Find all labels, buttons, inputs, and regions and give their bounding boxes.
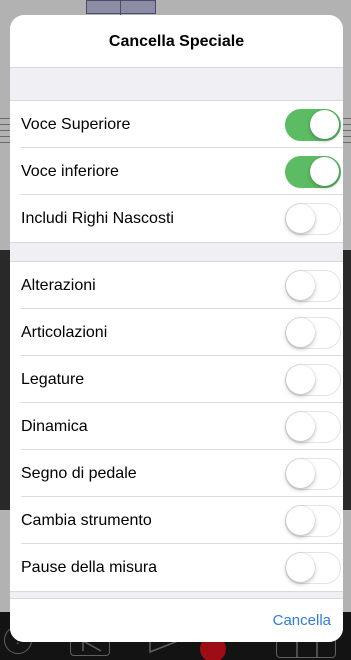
toggle-knob	[286, 459, 315, 488]
toggle-slurs[interactable]	[285, 364, 341, 396]
option-row-measure-rests[interactable]: Pause della misura	[10, 544, 343, 591]
toggle-upper-voice[interactable]	[285, 109, 341, 141]
toggle-knob	[286, 204, 315, 233]
option-row-articulations[interactable]: Articolazioni	[10, 309, 343, 356]
option-label: Pause della misura	[21, 559, 158, 576]
option-label: Articolazioni	[21, 324, 108, 341]
toggle-pedal-marks[interactable]	[285, 458, 341, 490]
option-label: Voce Superiore	[21, 116, 131, 133]
section-spacer	[10, 242, 343, 262]
option-label: Voce inferiore	[21, 163, 119, 180]
option-label: Includi Righi Nascosti	[21, 210, 174, 227]
toggle-knob	[286, 506, 315, 535]
dialog-footer: Cancella	[10, 598, 343, 642]
option-row-slurs[interactable]: Legature	[10, 356, 343, 403]
dialog-title: Cancella Speciale	[10, 15, 343, 68]
option-row-hidden-staves[interactable]: Includi Righi Nascosti	[10, 195, 343, 242]
toggle-measure-rests[interactable]	[285, 552, 341, 584]
toggle-knob	[310, 157, 339, 186]
toggle-knob	[286, 271, 315, 300]
option-row-instrument-change[interactable]: Cambia strumento	[10, 497, 343, 544]
toggle-knob	[286, 318, 315, 347]
option-label: Dinamica	[21, 418, 88, 435]
toggle-articulations[interactable]	[285, 317, 341, 349]
option-row-upper-voice[interactable]: Voce Superiore	[10, 101, 343, 148]
toggle-knob	[286, 553, 315, 582]
option-row-lower-voice[interactable]: Voce inferiore	[10, 148, 343, 195]
special-delete-dialog: Cancella Speciale Voce Superiore Voce in…	[10, 15, 343, 642]
toggle-hidden-staves[interactable]	[285, 203, 341, 235]
option-label: Segno di pedale	[21, 465, 137, 482]
toggle-lower-voice[interactable]	[285, 156, 341, 188]
section-spacer	[10, 591, 343, 598]
cancel-button[interactable]: Cancella	[273, 599, 331, 642]
toggle-knob	[286, 412, 315, 441]
toggle-dynamics[interactable]	[285, 411, 341, 443]
option-label: Alterazioni	[21, 277, 96, 294]
option-row-dynamics[interactable]: Dinamica	[10, 403, 343, 450]
option-label: Legature	[21, 371, 85, 388]
toggle-accidentals[interactable]	[285, 270, 341, 302]
toggle-knob	[286, 365, 315, 394]
option-label: Cambia strumento	[21, 512, 152, 529]
option-row-pedal-marks[interactable]: Segno di pedale	[10, 450, 343, 497]
toggle-instrument-change[interactable]	[285, 505, 341, 537]
toggle-knob	[310, 110, 339, 139]
option-row-accidentals[interactable]: Alterazioni	[10, 262, 343, 309]
section-spacer	[10, 68, 343, 101]
